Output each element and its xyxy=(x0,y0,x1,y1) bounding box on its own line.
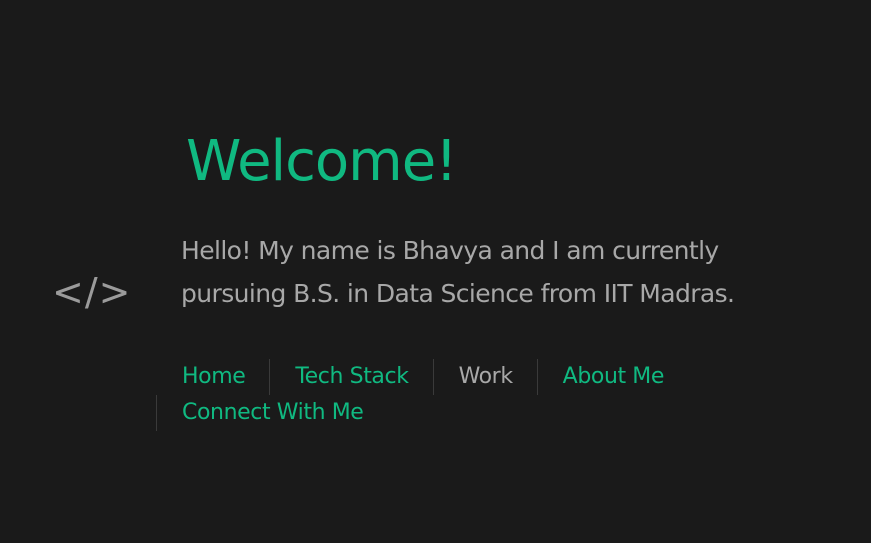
nav-link-work[interactable]: Work xyxy=(432,359,537,395)
page-title: Welcome! xyxy=(186,129,458,194)
code-logo-icon: </> xyxy=(52,270,132,314)
nav-link-connect-with-me[interactable]: Connect With Me xyxy=(156,395,387,431)
intro-text: Hello! My name is Bhavya and I am curren… xyxy=(181,236,735,308)
nav-link-home[interactable]: Home xyxy=(156,359,269,395)
main-nav: Home Tech Stack Work About Me Connect Wi… xyxy=(156,359,716,431)
nav-link-about-me[interactable]: About Me xyxy=(536,359,688,395)
nav-link-tech-stack[interactable]: Tech Stack xyxy=(269,359,432,395)
page: </> Welcome! Hello! My name is Bhavya an… xyxy=(0,0,871,543)
